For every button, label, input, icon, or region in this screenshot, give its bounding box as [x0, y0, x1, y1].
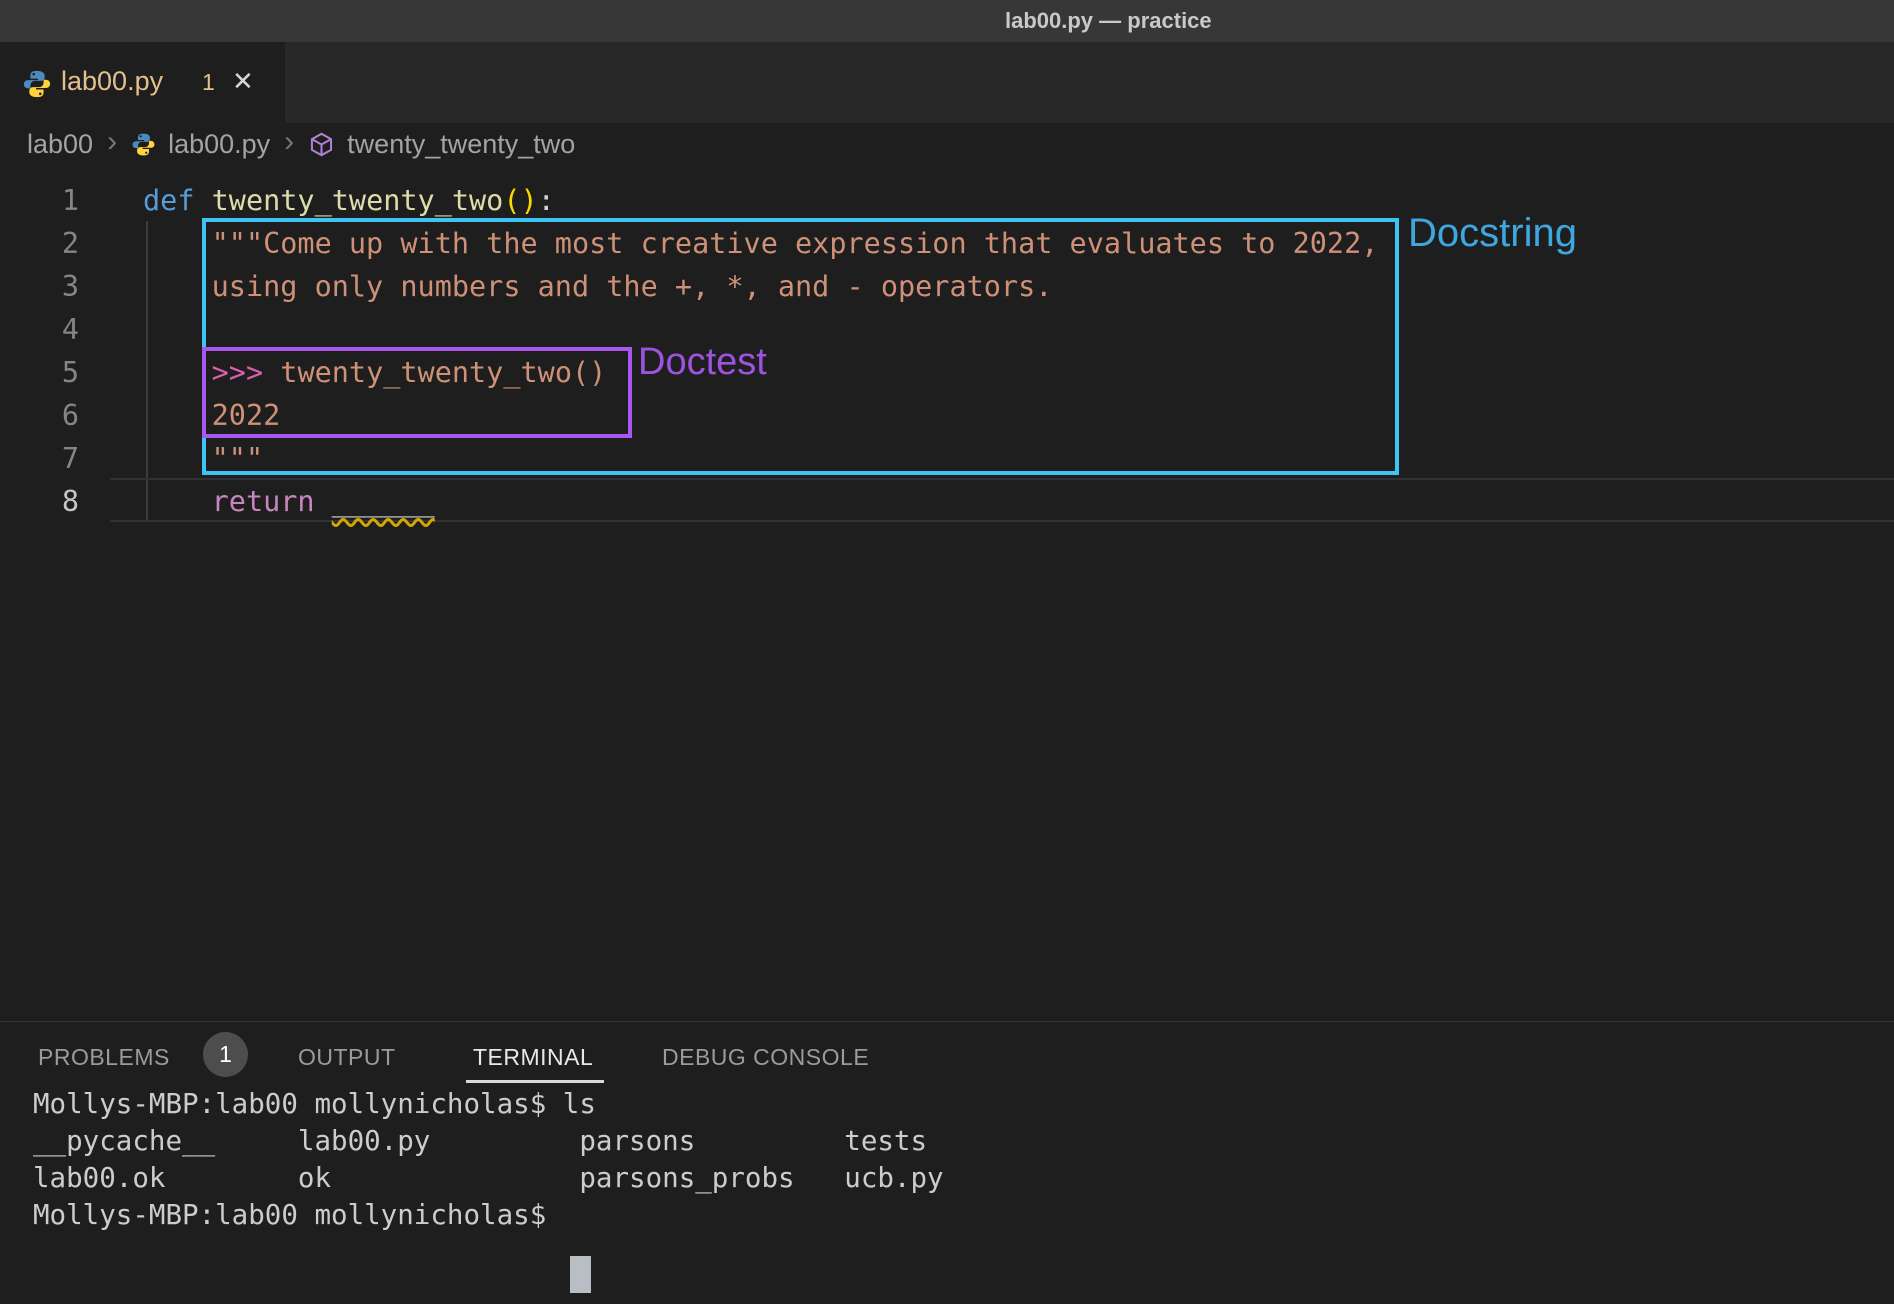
bottom-panel: PROBLEMS 1 OUTPUT TERMINAL DEBUG CONSOLE… — [0, 1021, 1894, 1304]
terminal-line: lab00.ok ok parsons_probs ucb.py — [33, 1160, 944, 1197]
terminal-output[interactable]: Mollys-MBP:lab00 mollynicholas$ ls__pyca… — [0, 1082, 1894, 1302]
chevron-right-icon: › — [282, 127, 296, 161]
doctest-annotation-box — [202, 347, 632, 438]
breadcrumb-folder[interactable]: lab00 — [27, 129, 93, 160]
code-line[interactable]: def twenty_twenty_two(): — [143, 179, 555, 222]
breadcrumb: lab00 › lab00.py › twenty_twenty_two — [27, 123, 575, 165]
line-number: 2 — [0, 222, 79, 265]
tab-lab00-py[interactable]: lab00.py 1 ✕ — [0, 42, 285, 123]
close-icon[interactable]: ✕ — [232, 66, 254, 97]
terminal-cursor — [570, 1256, 591, 1293]
line-number: 6 — [0, 394, 79, 437]
symbol-cube-icon — [308, 131, 335, 158]
code-token: ______ — [332, 485, 435, 518]
window-title: lab00.py — practice — [1005, 8, 1212, 34]
tab-label: lab00.py — [61, 66, 163, 97]
panel-tab-output[interactable]: OUTPUT — [298, 1044, 396, 1071]
panel-tab-terminal[interactable]: TERMINAL — [473, 1044, 593, 1071]
title-bar: lab00.py — practice — [0, 0, 1894, 42]
breadcrumb-file[interactable]: lab00.py — [168, 129, 270, 160]
tab-problem-badge: 1 — [202, 69, 215, 96]
code-token — [143, 485, 212, 518]
chevron-right-icon: › — [105, 127, 119, 161]
code-token: () — [503, 184, 537, 217]
line-number: 1 — [0, 179, 79, 222]
editor-tab-strip: lab00.py 1 ✕ — [0, 42, 1894, 123]
docstring-annotation-label: Docstring — [1408, 211, 1577, 256]
vscode-window: lab00.py — practice lab00.py 1 ✕ lab00 ›… — [0, 0, 1894, 1304]
line-number: 3 — [0, 265, 79, 308]
panel-tab-problems[interactable]: PROBLEMS — [38, 1044, 170, 1071]
code-token — [315, 485, 332, 518]
code-line[interactable]: return ______ — [143, 480, 435, 523]
code-token: : — [538, 184, 555, 217]
code-token: return — [212, 485, 315, 518]
line-number: 7 — [0, 437, 79, 480]
line-number: 5 — [0, 351, 79, 394]
python-file-icon — [131, 132, 156, 157]
terminal-line: __pycache__ lab00.py parsons tests — [33, 1123, 927, 1160]
code-token: def — [143, 184, 212, 217]
terminal-line: Mollys-MBP:lab00 mollynicholas$ ls — [33, 1086, 596, 1123]
problems-count-badge: 1 — [203, 1032, 248, 1077]
doctest-annotation-label: Doctest — [638, 341, 767, 384]
panel-tab-debug-console[interactable]: DEBUG CONSOLE — [662, 1044, 869, 1071]
line-number: 8 — [0, 480, 79, 523]
code-token: twenty_twenty_two — [212, 184, 504, 217]
terminal-line: Mollys-MBP:lab00 mollynicholas$ — [33, 1197, 546, 1234]
python-file-icon — [22, 69, 52, 104]
breadcrumb-symbol[interactable]: twenty_twenty_two — [347, 129, 575, 160]
line-number: 4 — [0, 308, 79, 351]
